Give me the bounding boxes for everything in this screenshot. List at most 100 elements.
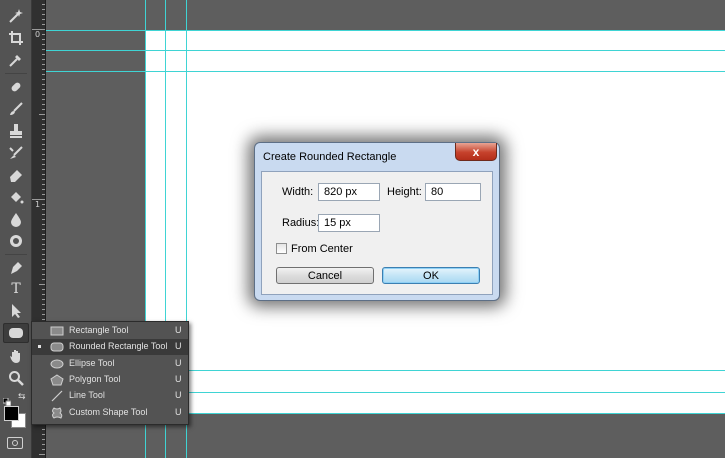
pen-icon[interactable] bbox=[3, 258, 29, 278]
type-glyph: T bbox=[11, 281, 21, 297]
ruler-tick bbox=[42, 134, 45, 135]
eyedropper-icon[interactable] bbox=[3, 50, 29, 70]
foreground-color-swatch[interactable] bbox=[4, 406, 19, 421]
swap-colors-icon[interactable]: ⇆ bbox=[18, 391, 26, 402]
ruler-tick bbox=[42, 314, 45, 315]
rounded-rectangle-shape-icon[interactable] bbox=[3, 323, 29, 343]
ruler-tick bbox=[42, 254, 45, 255]
polygon-icon bbox=[50, 374, 64, 386]
ruler-tick bbox=[42, 239, 45, 240]
ruler-tick bbox=[42, 209, 45, 210]
flyout-item[interactable]: Line Tool U bbox=[32, 388, 188, 404]
dialog-body: Width: 820 px Height: 80 Radius: 15 px F… bbox=[261, 171, 493, 295]
ruler-tick bbox=[39, 114, 45, 115]
type-icon[interactable]: T bbox=[3, 279, 29, 299]
close-button[interactable]: x bbox=[455, 143, 497, 161]
ruler-tick bbox=[42, 124, 45, 125]
ruler-tick bbox=[42, 39, 45, 40]
flyout-item-shortcut: U bbox=[175, 390, 182, 401]
flyout-item[interactable]: Custom Shape Tool U bbox=[32, 405, 188, 421]
ok-button[interactable]: OK bbox=[382, 267, 480, 284]
magic-wand-icon[interactable] bbox=[3, 6, 29, 26]
ruler-tick bbox=[42, 64, 45, 65]
ruler-tick bbox=[42, 4, 45, 5]
ruler-tick bbox=[42, 444, 45, 445]
ruler-tick bbox=[42, 94, 45, 95]
crop-icon[interactable] bbox=[3, 28, 29, 48]
horizontal-guide[interactable] bbox=[46, 50, 725, 51]
flyout-item-shortcut: U bbox=[175, 357, 182, 368]
history-brush-icon[interactable] bbox=[3, 143, 29, 163]
ruler-tick bbox=[42, 159, 45, 160]
ruler-tick bbox=[42, 289, 45, 290]
ruler-tick bbox=[42, 214, 45, 215]
from-center-checkbox[interactable] bbox=[276, 243, 287, 254]
flyout-item[interactable]: Polygon Tool U bbox=[32, 372, 188, 388]
from-center-label[interactable]: From Center bbox=[291, 243, 353, 255]
create-rounded-rectangle-dialog: Create Rounded Rectangle x Width: 820 px… bbox=[254, 142, 500, 301]
height-field[interactable]: 80 bbox=[425, 183, 481, 201]
quick-mask-icon[interactable] bbox=[7, 437, 23, 449]
ruler-tick bbox=[42, 224, 45, 225]
tools-panel: T ⇆ bbox=[0, 0, 32, 458]
ellipse-icon bbox=[50, 358, 64, 370]
ruler-tick bbox=[42, 309, 45, 310]
horizontal-guide[interactable] bbox=[46, 30, 725, 31]
close-icon: x bbox=[472, 144, 480, 159]
path-selection-icon[interactable] bbox=[3, 301, 29, 321]
ruler-tick bbox=[39, 284, 45, 285]
flyout-item-label: Polygon Tool bbox=[69, 373, 121, 384]
ruler-tick bbox=[42, 269, 45, 270]
paint-bucket-icon[interactable] bbox=[3, 187, 29, 207]
blur-icon[interactable] bbox=[3, 209, 29, 229]
height-label: Height: bbox=[387, 186, 422, 198]
ruler-tick bbox=[42, 89, 45, 90]
cancel-button-label: Cancel bbox=[307, 269, 343, 282]
ruler-tick bbox=[31, 29, 45, 30]
ruler-tick bbox=[42, 14, 45, 15]
ruler-tick bbox=[42, 299, 45, 300]
radius-field[interactable]: 15 px bbox=[318, 214, 380, 232]
ruler-tick bbox=[42, 264, 45, 265]
ruler-tick bbox=[42, 19, 45, 20]
eraser-icon[interactable] bbox=[3, 165, 29, 185]
ruler-tick bbox=[42, 104, 45, 105]
flyout-item[interactable]: Ellipse Tool U bbox=[32, 356, 188, 372]
ruler-tick bbox=[42, 74, 45, 75]
flyout-item-shortcut: U bbox=[175, 373, 182, 384]
dodge-icon[interactable] bbox=[3, 231, 29, 251]
ruler-tick bbox=[42, 119, 45, 120]
flyout-item-label: Rectangle Tool bbox=[69, 325, 129, 335]
ruler-tick bbox=[42, 84, 45, 85]
flyout-item-shortcut: U bbox=[175, 341, 182, 352]
custom-shape-icon bbox=[50, 406, 64, 419]
clone-stamp-icon[interactable] bbox=[3, 121, 29, 141]
flyout-item-label: Rounded Rectangle Tool bbox=[69, 341, 168, 352]
horizontal-guide[interactable] bbox=[46, 71, 725, 72]
ruler-label: 0 bbox=[35, 30, 41, 39]
width-label: Width: bbox=[282, 186, 314, 198]
selected-bullet-icon bbox=[38, 345, 41, 349]
flyout-item[interactable]: Rectangle Tool U bbox=[32, 323, 188, 339]
dialog-title: Create Rounded Rectangle bbox=[263, 151, 397, 163]
ruler-tick bbox=[42, 449, 45, 450]
healing-brush-icon[interactable] bbox=[3, 77, 29, 97]
hand-icon[interactable] bbox=[3, 346, 29, 366]
ruler-tick bbox=[42, 229, 45, 230]
default-colors-icon[interactable] bbox=[2, 393, 12, 407]
ruler-tick bbox=[42, 249, 45, 250]
ruler-tick bbox=[42, 294, 45, 295]
ruler-tick bbox=[42, 109, 45, 110]
ruler-tick bbox=[42, 49, 45, 50]
ruler-tick bbox=[42, 154, 45, 155]
ruler-tick bbox=[42, 69, 45, 70]
ruler-tick bbox=[42, 59, 45, 60]
width-field[interactable]: 820 px bbox=[318, 183, 380, 201]
cancel-button[interactable]: Cancel bbox=[276, 267, 374, 284]
flyout-item[interactable]: Rounded Rectangle Tool U bbox=[32, 339, 188, 356]
ruler-tick bbox=[42, 54, 45, 55]
ruler-tick bbox=[42, 194, 45, 195]
brush-icon[interactable] bbox=[3, 99, 29, 119]
zoom-icon[interactable] bbox=[3, 368, 29, 388]
ruler-tick bbox=[39, 454, 45, 455]
